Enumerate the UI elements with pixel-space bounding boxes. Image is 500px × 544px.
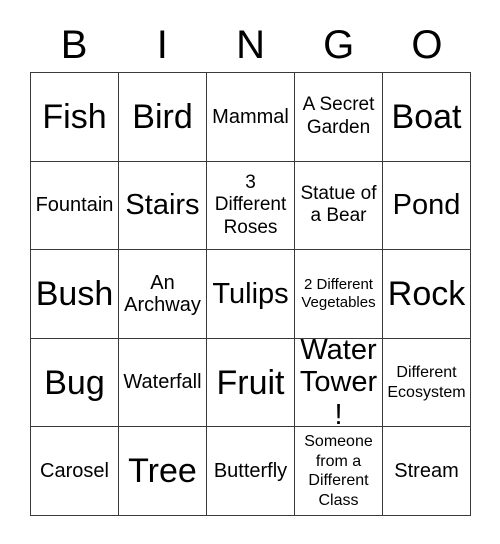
header-letter-g: G	[323, 23, 355, 67]
bingo-cell-label: Fountain	[35, 194, 114, 217]
bingo-cell-r3c4[interactable]: 2 Different Vegetables	[295, 250, 383, 339]
bingo-cell-r1c3[interactable]: Mammal	[207, 73, 295, 162]
bingo-cell-r3c2[interactable]: An Archway	[119, 250, 207, 339]
bingo-cell-label: Statue of a Bear	[300, 182, 377, 227]
bingo-cell-label: Someone from a Different Class	[304, 433, 373, 509]
bingo-cell-r3c5[interactable]: Rock	[383, 250, 471, 339]
bingo-cell-label: Boat	[391, 97, 462, 136]
bingo-cell-label: Different Ecosystem	[387, 364, 466, 401]
bingo-cell-label: Mammal	[212, 105, 289, 128]
bingo-cell-r3c3[interactable]: Tulips	[207, 250, 295, 339]
bingo-cell-label: Fish	[42, 97, 107, 136]
bingo-cell-r5c3[interactable]: Butterfly	[207, 427, 295, 516]
bingo-cell-label: An Archway	[124, 271, 201, 316]
bingo-cell-label: Pond	[392, 189, 461, 222]
bingo-cell-r4c1[interactable]: Bug	[31, 338, 119, 428]
bingo-cell-r5c2[interactable]: Tree	[119, 427, 207, 516]
bingo-cell-r4c5[interactable]: Different Ecosystem	[383, 338, 471, 428]
bingo-card: B I N G O Fish Bird Mammal A Secret Gard…	[0, 0, 500, 544]
bingo-cell-label: Water Tower!	[299, 338, 378, 428]
bingo-cell-r1c1[interactable]: Fish	[31, 73, 119, 162]
header-letter-o: O	[411, 23, 443, 67]
bingo-cell-label: Butterfly	[213, 459, 288, 482]
bingo-cell-label: Tulips	[212, 277, 289, 310]
bingo-cell-label: Tree	[128, 452, 197, 491]
bingo-cell-label: Rock	[387, 274, 466, 313]
bingo-cell-label: 3 Different Roses	[214, 171, 287, 238]
header-letter-i: I	[156, 23, 168, 67]
bingo-header: B I N G O	[30, 18, 471, 72]
bingo-cell-r4c2[interactable]: Waterfall	[119, 338, 207, 428]
bingo-cell-r1c5[interactable]: Boat	[383, 73, 471, 162]
bingo-cell-label: 2 Different Vegetables	[301, 275, 376, 311]
bingo-cell-r1c4[interactable]: A Secret Garden	[295, 73, 383, 162]
bingo-cell-label: Stream	[394, 459, 459, 482]
header-letter-b: B	[60, 23, 88, 67]
bingo-cell-label: Bug	[44, 363, 105, 402]
bingo-cell-r2c5[interactable]: Pond	[383, 161, 471, 251]
bingo-cell-label: A Secret Garden	[302, 94, 375, 138]
bingo-grid: Fish Bird Mammal A Secret Garden Boat Fo…	[30, 72, 471, 516]
bingo-cell-r2c2[interactable]: Stairs	[119, 161, 207, 251]
bingo-cell-label: Fruit	[216, 363, 285, 402]
bingo-cell-r2c3[interactable]: 3 Different Roses	[207, 161, 295, 251]
bingo-cell-r5c1[interactable]: Carosel	[31, 427, 119, 516]
bingo-cell-label: Bird	[132, 97, 193, 136]
bingo-cell-r2c1[interactable]: Fountain	[31, 161, 119, 251]
bingo-cell-r1c2[interactable]: Bird	[119, 73, 207, 162]
bingo-cell-label: Carosel	[40, 459, 109, 482]
bingo-cell-r4c3[interactable]: Fruit	[207, 338, 295, 428]
bingo-cell-label: Waterfall	[123, 371, 202, 394]
bingo-cell-r3c1[interactable]: Bush	[31, 250, 119, 339]
bingo-cell-r5c5[interactable]: Stream	[383, 427, 471, 516]
bingo-cell-r4c4[interactable]: Water Tower!	[295, 338, 383, 428]
bingo-cell-r2c4[interactable]: Statue of a Bear	[295, 161, 383, 251]
header-letter-n: N	[236, 23, 265, 67]
bingo-cell-label: Bush	[35, 274, 114, 313]
bingo-cell-label: Stairs	[125, 189, 200, 222]
bingo-cell-r5c4[interactable]: Someone from a Different Class	[295, 427, 383, 516]
